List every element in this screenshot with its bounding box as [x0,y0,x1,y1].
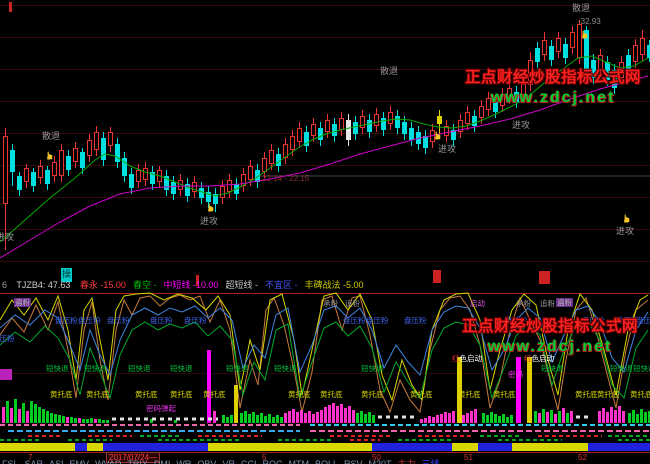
chart-annotation: 进攻 [438,144,456,154]
signal-label: 黄托底 [86,390,109,399]
signal-label: 短快退 [170,364,193,373]
chart-annotation: 散退 [42,131,60,141]
indicator-tab[interactable]: MTM [288,459,309,464]
signal-label: 盘压粉 [150,316,173,325]
signal-label: 盘压粉 [404,316,427,325]
chart-annotation: 进攻 [200,216,218,226]
signal-label: 追粉 [540,299,555,308]
signal-label: 盘压粉 [343,316,366,325]
indicator-tab[interactable]: RSV [344,459,363,464]
signal-label: 黄托底 [135,390,158,399]
indicator-tab[interactable]: EMV [70,459,90,464]
signal-label: 盘压粉 [78,316,101,325]
indicator-param: 中短线 -10.00 [163,280,218,290]
signal-label: 黄托底 [203,390,226,399]
signal-label: 黄托底 [288,390,311,399]
hand-signal-icon: ☛ [433,131,444,141]
hand-signal-icon: ☛ [622,214,633,224]
signal-label: 遍粉 [556,298,573,307]
signal-label: 短快退 [46,364,69,373]
axis-tick-label: 52 [578,453,587,462]
chart-annotation: 散退 [572,3,590,13]
tdx-window: 散退进攻进攻22.14 - 22.15散退进攻进攻散退-32.93进攻☛☛☛☛☛… [0,0,650,464]
indicator-tab[interactable]: WR [176,459,191,464]
signal-label: 黄托底 [170,390,193,399]
signal-label: 短快退 [610,364,633,373]
signal-label: 黄托底 [575,390,598,399]
signal-label: 盘压粉 [366,316,389,325]
signal-label: 短快退 [361,364,384,373]
signal-label: 黄托底 [410,390,433,399]
indicator-param: 超短线 - [225,280,258,290]
indicator-tab[interactable]: ROC [262,459,282,464]
indicator-param: 不宜区 - [265,280,298,290]
signal-label: 启动 [470,299,485,308]
indicator-header[interactable]: 6 TJZB4: 47.63 春永 -15.00 春空 - 中短线 -10.00 超短… [2,280,370,291]
signal-label: 追粉 [345,299,360,308]
signal-label: 密码 [508,370,523,379]
indicator-tab[interactable]: M20T [368,459,391,464]
indicator-tab-bar[interactable]: FSL SAR ASI EMV WVAD TRIX DMI WR OBV VR CCI ROC MTM B… [2,459,446,464]
indicator-param: 春空 - [133,280,157,290]
axis-tick-label: 51 [464,453,473,462]
indicator-window-number: 6 [2,280,7,290]
signal-label: 盘压粉 [636,316,650,325]
signal-label: 短快退 [84,364,107,373]
signal-label: 盘压粉 [505,316,528,325]
indicator-tab[interactable]: 主力 [398,459,416,464]
signal-label: 短快退 [633,364,650,373]
chart-annotation: 进攻 [0,232,14,242]
signal-label: 黄托底 [458,390,481,399]
indicator-tab[interactable]: WVAD [95,459,121,464]
indicator-tab[interactable]: OBV [197,459,216,464]
hand-signal-icon: ☛ [580,30,591,40]
signal-label: 密码弹起 [146,404,176,413]
labels-overlay: 散退进攻进攻22.14 - 22.15散退进攻进攻散退-32.93进攻☛☛☛☛☛… [0,0,650,464]
chart-annotation: 22.14 - 22.15 [262,174,309,184]
signal-label: 盘压粉 [55,316,78,325]
signal-label: 盘压粉 [107,316,130,325]
signal-label: 遍粉 [14,298,31,307]
signal-label: 短快退 [541,364,564,373]
signal-label: 盘压粉 [184,316,207,325]
indicator-tab[interactable]: 三线 [422,459,440,464]
signal-label: 短快退 [128,364,151,373]
signal-label: 承粉 [516,299,531,308]
signal-label: 红色启动 [452,354,482,363]
signal-label: 短快退 [274,364,297,373]
chart-annotation: 进攻 [616,226,634,236]
signal-label: 黄托底 [493,390,516,399]
signal-label: 短快退 [226,364,249,373]
signal-label: 黄托底 [597,390,620,399]
indicator-title: TJZB4: 47.63 [16,280,70,290]
indicator-tab[interactable]: BOLL [315,459,338,464]
signal-label: 黄托底 [50,390,73,399]
indicator-tab[interactable]: FSL [2,459,19,464]
signal-label: 黄托底 [320,390,343,399]
indicator-tab[interactable]: VR [222,459,235,464]
chart-annotation: 进攻 [512,120,530,130]
signal-label: 黄托底 [361,390,384,399]
chart-annotation: -32.93 [578,17,601,27]
chart-annotation: 散退 [380,66,398,76]
signal-label: 红色启动 [524,354,554,363]
indicator-param: 春永 -15.00 [80,280,126,290]
indicator-tab[interactable]: ASI [49,459,64,464]
signal-label: 盘压粉 [0,334,15,343]
indicator-param: 丰碑战法 -5.00 [304,280,363,290]
indicator-tab[interactable]: DMI [154,459,171,464]
indicator-tab[interactable]: TRIX [127,459,148,464]
hand-signal-icon: ☛ [206,203,217,213]
signal-label: 黄托底 [630,390,650,399]
indicator-tab[interactable]: SAR [25,459,44,464]
hand-signal-icon: ☛ [45,151,56,161]
signal-label: 承粉 [323,299,338,308]
indicator-tab[interactable]: CCI [241,459,257,464]
signal-label: 盘压粉 [582,316,605,325]
